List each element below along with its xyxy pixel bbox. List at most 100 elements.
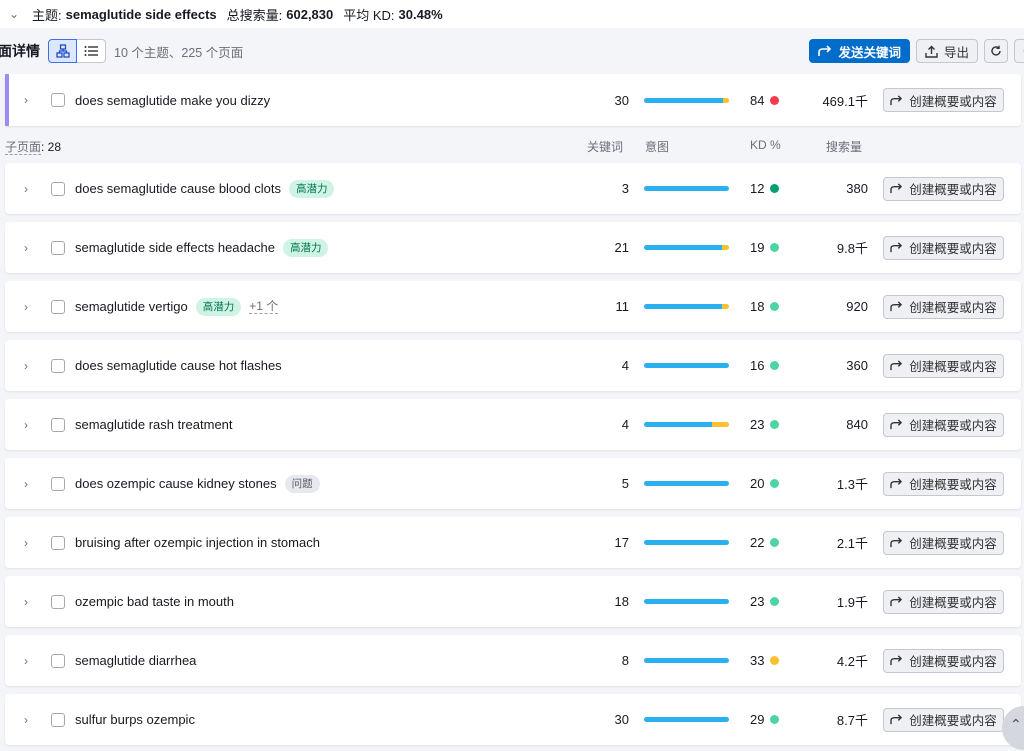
share-arrow-icon [890,301,903,312]
kd-indicator-dot [770,656,780,665]
keyword-text[interactable]: does semaglutide cause blood clots [75,181,281,196]
row-checkbox[interactable] [51,93,65,107]
chevron-right-icon[interactable]: › [19,222,33,273]
chevron-up-icon: ⌃ [1010,716,1022,732]
row-checkbox[interactable] [51,712,65,727]
list-icon [84,46,98,56]
keyword-text[interactable]: ozempic bad taste in mouth [75,594,234,609]
keyword-text[interactable]: semaglutide rash treatment [75,417,233,432]
row-checkbox[interactable] [51,476,65,491]
list-view-button[interactable] [77,39,106,63]
keyword-count: 30 [614,712,629,727]
search-volume: 920 [846,299,868,314]
create-brief-button[interactable]: 创建概要或内容 [883,530,1004,555]
refresh-icon [991,45,1001,56]
intent-informational-segment [644,422,712,427]
row-checkbox[interactable] [51,299,65,314]
chevron-right-icon[interactable]: › [19,340,33,391]
search-volume: 9.8千 [836,241,868,256]
kd-value: 23 [750,594,765,609]
column-kd[interactable]: KD % [750,138,781,152]
send-keywords-button[interactable]: 发送关键词 [809,39,910,63]
delete-button[interactable] [1014,39,1024,63]
chevron-right-icon[interactable]: › [19,635,33,686]
intent-informational-segment [644,363,729,368]
create-brief-button[interactable]: 创建概要或内容 [883,176,1004,201]
tree-view-button[interactable] [48,39,77,63]
subpage-row: › ozempic bad taste in mouth 18 23 1.9千 创建概要或… [5,576,1021,627]
intent-bar [644,717,729,722]
keyword-text[interactable]: does semaglutide cause hot flashes [75,358,282,373]
keyword-count: 8 [621,653,629,668]
create-brief-button[interactable]: 创建概要或内容 [883,235,1004,260]
chevron-right-icon[interactable]: › [19,576,33,627]
intent-commercial-segment [712,422,729,427]
topic-prefix: 主题: [32,7,62,23]
chevron-right-icon[interactable]: › [19,281,33,332]
hierarchy-icon [55,44,70,58]
view-toggle [48,39,106,63]
create-brief-label: 创建概要或内容 [909,419,997,433]
chevron-right-icon[interactable]: › [19,399,33,450]
chevron-right-icon[interactable]: › [19,694,33,745]
send-keywords-label: 发送关键词 [838,45,901,60]
intent-informational-segment [644,245,723,250]
create-brief-button[interactable]: 创建概要或内容 [883,648,1004,673]
row-checkbox[interactable] [51,535,65,550]
create-brief-button[interactable]: 创建概要或内容 [883,294,1004,319]
search-volume: 2.1千 [836,536,868,551]
search-volume: 1.3千 [836,477,868,492]
avg-kd-label: 平均 KD: [343,7,395,23]
create-brief-label: 创建概要或内容 [909,242,997,256]
topic-summary-bar: ⌄ 主题: semaglutide side effects 总搜索量: 602… [0,0,1024,28]
create-brief-button[interactable]: 创建概要或内容 [883,707,1004,732]
search-volume: 1.9千 [836,595,868,610]
intent-informational-segment [644,304,723,309]
row-checkbox[interactable] [51,181,65,196]
column-keywords[interactable]: 关键词 [587,138,623,155]
row-checkbox[interactable] [51,417,65,432]
create-brief-label: 创建概要或内容 [909,183,997,197]
create-brief-label: 创建概要或内容 [909,596,997,610]
column-intent[interactable]: 意图 [645,138,669,155]
create-brief-button[interactable]: 创建概要或内容 [883,471,1004,496]
column-volume[interactable]: 搜索量 [826,138,862,155]
create-brief-button[interactable]: 创建概要或内容 [883,353,1004,378]
kd-value: 22 [750,535,765,550]
create-brief-button[interactable]: 创建概要或内容 [883,88,1004,112]
create-brief-button[interactable]: 创建概要或内容 [883,412,1004,437]
chevron-right-icon[interactable]: › [19,458,33,509]
chevron-right-icon[interactable]: › [19,74,33,126]
row-checkbox[interactable] [51,358,65,373]
subpage-row: › semaglutide diarrhea 8 33 4.2千 创建概要或内容 [5,635,1021,686]
keyword-text[interactable]: sulfur burps ozempic [75,712,195,727]
search-volume: 840 [846,417,868,432]
more-tags-link[interactable]: +1 个 [249,299,279,314]
keyword-text[interactable]: semaglutide vertigo [75,299,188,314]
subpage-row: › does semaglutide cause blood clots 高潜力 3 1… [5,163,1021,214]
chevron-right-icon[interactable]: › [19,517,33,568]
subpage-row: › bruising after ozempic injection in sto… [5,517,1021,568]
kd-indicator-dot [770,715,780,724]
kd-indicator-dot [770,597,780,606]
intent-bar [644,658,729,663]
kd-indicator-dot [770,479,780,488]
keyword-text[interactable]: does ozempic cause kidney stones [75,476,277,491]
keyword-text[interactable]: semaglutide side effects headache [75,240,275,255]
row-checkbox[interactable] [51,653,65,668]
intent-bar [644,540,729,545]
share-arrow-icon [890,183,903,194]
keyword-text[interactable]: does semaglutide make you dizzy [75,93,270,108]
row-checkbox[interactable] [51,594,65,609]
kd-indicator-dot [770,420,780,429]
refresh-button[interactable] [984,39,1008,63]
row-checkbox[interactable] [51,240,65,255]
export-button[interactable]: 导出 [915,39,978,63]
keyword-text[interactable]: semaglutide diarrhea [75,653,196,668]
chevron-right-icon[interactable]: › [19,163,33,214]
create-brief-button[interactable]: 创建概要或内容 [883,589,1004,614]
subpage-row: › semaglutide side effects headache 高潜力 21 1… [5,222,1021,273]
question-badge: 问题 [284,474,320,493]
chevron-down-icon[interactable]: ⌄ [4,7,24,21]
keyword-text[interactable]: bruising after ozempic injection in stom… [75,535,320,550]
